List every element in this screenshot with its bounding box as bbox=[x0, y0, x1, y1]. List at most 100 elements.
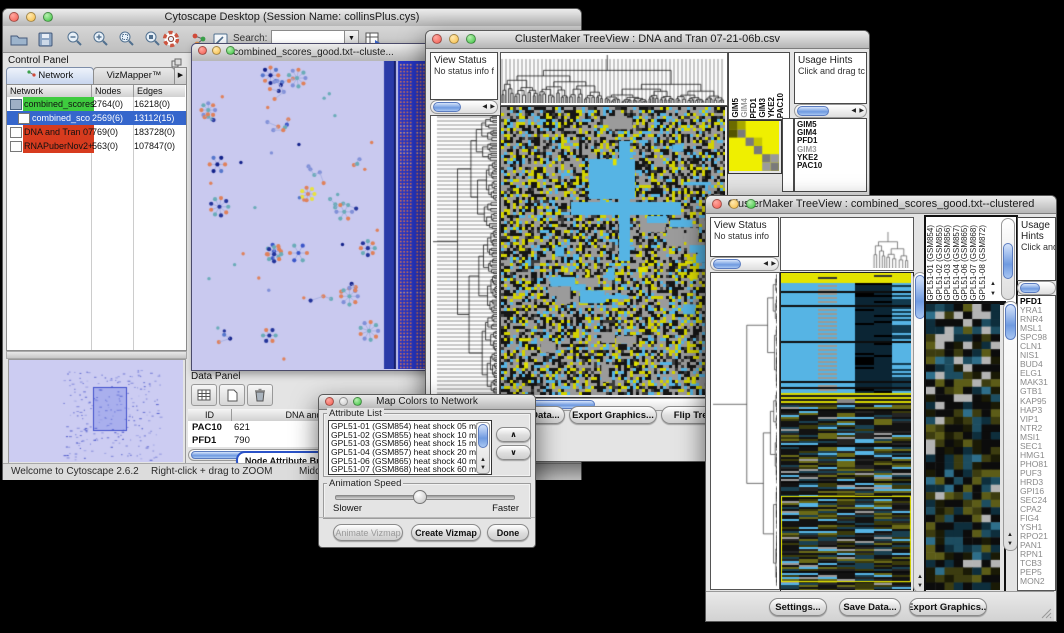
scroll-left-icon[interactable]: ◀ bbox=[851, 108, 856, 114]
zoom-fit-button[interactable] bbox=[117, 29, 137, 49]
delete-attribute-button[interactable] bbox=[247, 384, 273, 406]
network-view-titlebar[interactable]: combined_scores_good.txt--cluste... bbox=[192, 44, 435, 62]
scroll-thumb[interactable] bbox=[1003, 243, 1013, 279]
hscrollbar[interactable]: ◀ ▶ bbox=[710, 257, 779, 271]
new-attribute-button[interactable] bbox=[219, 384, 245, 406]
hscrollbar[interactable] bbox=[1017, 281, 1056, 295]
resize-grip-icon[interactable] bbox=[1040, 607, 1052, 619]
network-table-row[interactable]: RNAPuberNov2+ 563(0) 107847(0) bbox=[7, 139, 186, 153]
minimize-button[interactable] bbox=[449, 34, 459, 44]
id-column-header[interactable]: ID bbox=[188, 409, 232, 421]
help-button[interactable] bbox=[161, 29, 181, 49]
heatmap-canvas[interactable] bbox=[781, 273, 911, 590]
scroll-right-icon[interactable]: ▶ bbox=[771, 261, 776, 267]
zoom-vscrollbar[interactable]: ▲ ▼ bbox=[1003, 301, 1018, 551]
scroll-thumb[interactable] bbox=[1005, 304, 1016, 340]
list-vscrollbar[interactable]: ▲ ▼ bbox=[476, 422, 490, 474]
row-dendrogram-canvas[interactable] bbox=[711, 273, 777, 587]
heatmap-global-panel[interactable] bbox=[780, 272, 914, 593]
close-button[interactable] bbox=[198, 46, 207, 55]
row-dendrogram-canvas[interactable] bbox=[431, 116, 497, 394]
network-table-row[interactable]: combined_sco 2569(6) 13112(15) bbox=[7, 111, 186, 125]
zoom-button[interactable] bbox=[466, 34, 476, 44]
settings-button[interactable]: Settings... bbox=[769, 598, 827, 616]
hscrollbar[interactable]: ◀ ▶ bbox=[430, 100, 498, 114]
save-data-button[interactable]: Save Data... bbox=[839, 598, 901, 616]
export-graphics-button[interactable]: Export Graphics... bbox=[909, 598, 987, 616]
zoom-in-button[interactable] bbox=[91, 29, 111, 49]
open-session-button[interactable] bbox=[9, 29, 29, 49]
zoom-button[interactable] bbox=[353, 397, 362, 406]
scroll-thumb[interactable] bbox=[713, 259, 741, 269]
row-dendrogram-panel[interactable] bbox=[710, 272, 780, 590]
zoom-button[interactable] bbox=[226, 46, 235, 55]
minimize-button[interactable] bbox=[212, 46, 221, 55]
tab-overflow-button[interactable]: ▶ bbox=[174, 67, 187, 85]
column-dendrogram-canvas[interactable] bbox=[501, 53, 725, 103]
column-dendrogram-panel[interactable] bbox=[500, 52, 728, 106]
move-down-button[interactable]: ∨ bbox=[496, 445, 531, 460]
scroll-down-icon[interactable]: ▼ bbox=[990, 291, 996, 297]
hscrollbar[interactable]: ◀ ▶ bbox=[794, 104, 867, 118]
slider-thumb[interactable] bbox=[413, 490, 427, 504]
heatmap-canvas[interactable] bbox=[501, 107, 725, 395]
tab-network[interactable]: Network bbox=[6, 67, 94, 85]
scroll-down-icon[interactable]: ▼ bbox=[480, 465, 486, 471]
zoom-heatmap-canvas[interactable] bbox=[926, 304, 1000, 590]
scroll-thumb[interactable] bbox=[478, 424, 488, 448]
row-dendrogram-panel[interactable] bbox=[430, 115, 500, 397]
export-graphics-button[interactable]: Export Graphics... bbox=[569, 406, 657, 424]
edges-column-header[interactable]: Edges bbox=[134, 85, 185, 97]
scroll-right-icon[interactable]: ▶ bbox=[490, 104, 495, 110]
scroll-left-icon[interactable]: ◀ bbox=[763, 261, 768, 267]
nodes-column-header[interactable]: Nodes bbox=[92, 85, 134, 97]
zoom-heatmap-panel[interactable] bbox=[924, 301, 1006, 596]
scroll-up-icon[interactable]: ▲ bbox=[1007, 532, 1013, 538]
zoom-heatmap-panel[interactable] bbox=[728, 120, 782, 174]
panel-split-handle[interactable] bbox=[6, 351, 187, 359]
scroll-thumb[interactable] bbox=[797, 106, 829, 116]
network-overview-panel[interactable] bbox=[8, 359, 186, 465]
zoom-button[interactable] bbox=[43, 12, 53, 22]
move-up-button[interactable]: ∧ bbox=[496, 427, 531, 442]
network-canvas[interactable] bbox=[192, 61, 435, 369]
scroll-up-icon[interactable]: ▲ bbox=[990, 281, 996, 287]
scroll-right-icon[interactable]: ▶ bbox=[859, 108, 864, 114]
attribute-item[interactable]: GPL51-07 (GSM868) heat shock 60 min bbox=[331, 465, 483, 474]
labels-vscrollbar[interactable] bbox=[1001, 218, 1015, 300]
network-column-header[interactable]: Network bbox=[7, 85, 92, 97]
close-button[interactable] bbox=[712, 199, 722, 209]
treeview1-titlebar[interactable]: ClusterMaker TreeView : DNA and Tran 07-… bbox=[426, 31, 869, 49]
scroll-left-icon[interactable]: ◀ bbox=[482, 104, 487, 110]
close-button[interactable] bbox=[9, 12, 19, 22]
treeview2-titlebar[interactable]: ClusterMaker TreeView : combined_scores_… bbox=[706, 196, 1056, 214]
network-table-row[interactable]: combined_scores 2764(0) 16218(0) bbox=[7, 97, 186, 111]
zoom-button[interactable] bbox=[746, 199, 756, 209]
scroll-thumb[interactable] bbox=[433, 102, 461, 112]
gene-label-list[interactable]: PFD1YRA1RNR4MSL1SPC98CLN1NIS1BUD4ELG1MAK… bbox=[1020, 297, 1048, 587]
done-button[interactable]: Done bbox=[487, 524, 529, 541]
zoom-heatmap-canvas[interactable] bbox=[729, 121, 779, 171]
zoom-out-button[interactable] bbox=[65, 29, 85, 49]
network-table-row[interactable]: DNA and Tran 07 769(0) 183728(0) bbox=[7, 125, 186, 139]
main-titlebar[interactable]: Cytoscape Desktop (Session Name: collins… bbox=[3, 9, 581, 27]
attribute-list[interactable]: GPL51-01 (GSM854) heat shock 05 minGPL51… bbox=[328, 420, 492, 475]
attribute-table-button[interactable] bbox=[191, 384, 217, 406]
column-dendrogram-panel[interactable] bbox=[780, 217, 914, 271]
minimize-button[interactable] bbox=[729, 199, 739, 209]
minimize-button[interactable] bbox=[339, 397, 348, 406]
close-button[interactable] bbox=[432, 34, 442, 44]
scroll-thumb[interactable] bbox=[1020, 283, 1040, 293]
close-button[interactable] bbox=[325, 397, 334, 406]
animate-vizmap-button[interactable]: Animate Vizmap bbox=[333, 524, 403, 541]
save-session-button[interactable] bbox=[35, 29, 55, 49]
heatmap-global-panel[interactable] bbox=[500, 106, 728, 398]
zoom-selected-button[interactable] bbox=[143, 29, 163, 49]
scroll-down-icon[interactable]: ▼ bbox=[1007, 541, 1013, 547]
scroll-up-icon[interactable]: ▲ bbox=[480, 457, 486, 463]
minimize-button[interactable] bbox=[26, 12, 36, 22]
scroll-up-icon[interactable]: ▲ bbox=[917, 574, 923, 580]
network-overview-canvas[interactable] bbox=[9, 360, 183, 462]
tab-vizmapper[interactable]: VizMapper™ bbox=[93, 67, 175, 85]
gene-label[interactable]: MON2 bbox=[1020, 577, 1048, 586]
